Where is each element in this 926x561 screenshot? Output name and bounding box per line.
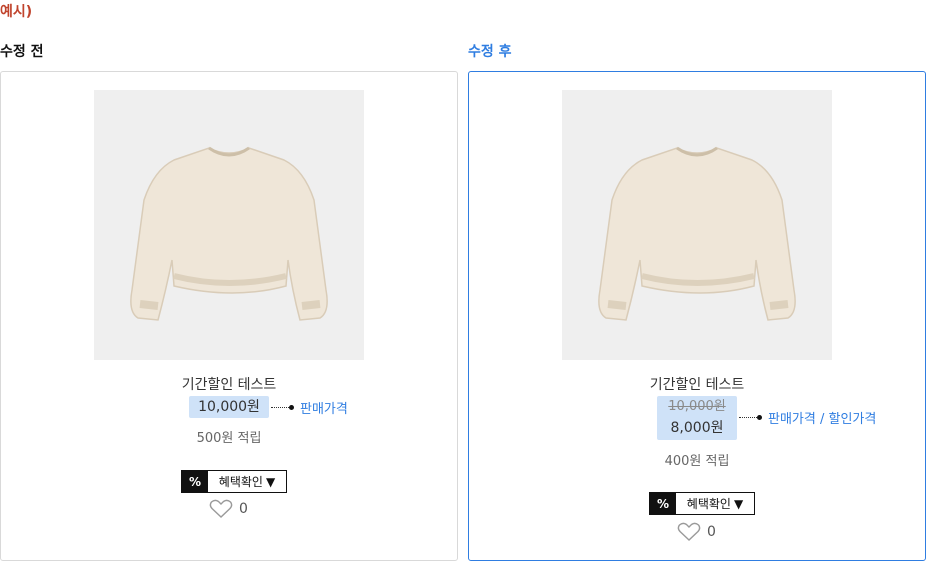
product-name[interactable]: 기간할인 테스트: [1, 374, 457, 394]
percent-badge: %: [182, 471, 208, 492]
price-callout: 판매가격: [271, 398, 348, 417]
callout-line: [271, 407, 289, 408]
benefit-check-button[interactable]: % 혜택확인 ▼: [181, 470, 287, 493]
after-product-card: 기간할인 테스트 10,000원 8,000원 판매가격 / 할인가격 400원…: [468, 71, 926, 561]
product-image[interactable]: [562, 90, 832, 360]
like-button[interactable]: 0: [209, 499, 248, 519]
triangle-down-icon: ▼: [733, 496, 744, 511]
callout-dot: [757, 415, 762, 420]
sale-price: 10,000원: [189, 396, 269, 418]
after-column-title: 수정 후: [468, 44, 512, 60]
price-callout: 판매가격 / 할인가격: [739, 408, 876, 427]
price-box: 10,000원 8,000원: [657, 396, 737, 440]
original-price: 10,000원: [668, 399, 726, 414]
reward-points: 500원 적립: [196, 431, 262, 446]
like-count: 0: [239, 501, 248, 517]
like-count: 0: [707, 524, 716, 540]
before-product-card: 기간할인 테스트 10,000원 판매가격 500원 적립 % 혜택확인 ▼ 0: [0, 71, 458, 561]
discount-price: 8,000원: [670, 420, 724, 436]
callout-label: 판매가격: [300, 402, 348, 417]
before-column-title: 수정 전: [0, 44, 44, 60]
callout-line: [739, 417, 757, 418]
reward-points: 400원 적립: [664, 454, 730, 469]
callout-label: 판매가격 / 할인가격: [768, 412, 877, 427]
heart-outline-icon: [209, 499, 233, 518]
sweater-image: [562, 90, 832, 360]
like-button[interactable]: 0: [677, 522, 716, 542]
product-name[interactable]: 기간할인 테스트: [469, 374, 925, 394]
sweater-image: [94, 90, 364, 360]
triangle-down-icon: ▼: [265, 474, 276, 489]
percent-badge: %: [650, 493, 676, 514]
benefit-label: 혜택확인: [218, 475, 263, 489]
callout-dot: [289, 405, 294, 410]
heart-outline-icon: [677, 522, 701, 541]
benefit-label: 혜택확인: [686, 497, 731, 511]
example-label: 예시): [0, 4, 33, 20]
benefit-check-button[interactable]: % 혜택확인 ▼: [649, 492, 755, 515]
product-image[interactable]: [94, 90, 364, 360]
